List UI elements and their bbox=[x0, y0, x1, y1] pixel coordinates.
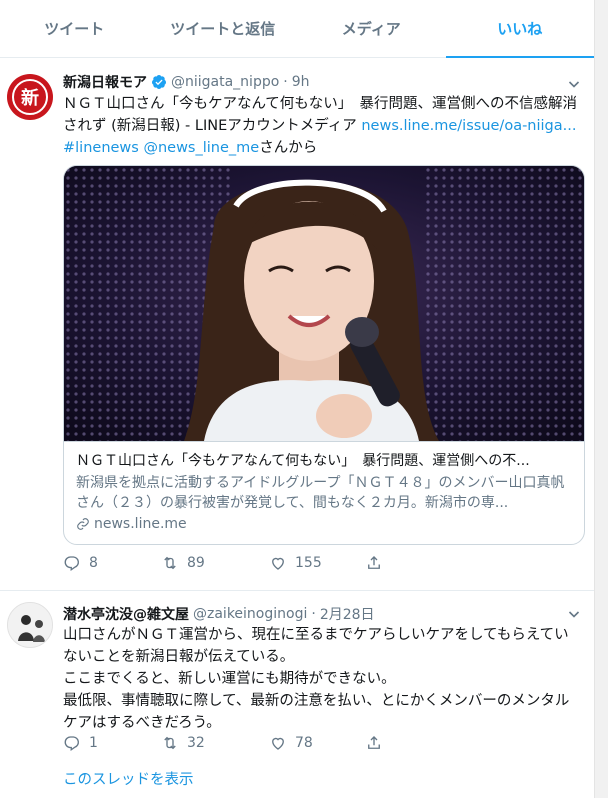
avatar-illustration bbox=[8, 603, 52, 647]
share-button[interactable] bbox=[365, 554, 383, 572]
retweet-button[interactable]: 89 bbox=[161, 554, 269, 572]
tweet-link[interactable]: news.line.me/issue/oa-niiga... bbox=[361, 118, 576, 134]
chevron-down-icon[interactable] bbox=[568, 608, 580, 620]
avatar[interactable]: 新 bbox=[7, 74, 53, 120]
like-button[interactable]: 155 bbox=[269, 554, 365, 572]
retweet-icon bbox=[164, 556, 176, 570]
retweet-icon bbox=[164, 736, 176, 750]
tweet-header: 潜水亭沈没@雑文屋 @zaikeinoginogi · 2月28日 bbox=[63, 604, 375, 624]
share-button[interactable] bbox=[365, 734, 383, 752]
tweet-text-suffix: さんから bbox=[259, 140, 318, 156]
timestamp[interactable]: 9h bbox=[292, 74, 310, 90]
card-photo-illustration bbox=[64, 166, 584, 441]
card-title[interactable]: ＮＧＴ山口さん「今もケアなんて何もない」 暴行問題、運営側への不... bbox=[76, 451, 572, 471]
avatar[interactable] bbox=[7, 602, 53, 648]
author-handle[interactable]: @niigata_nippo bbox=[171, 74, 279, 90]
link-preview-card[interactable]: ＮＧＴ山口さん「今もケアなんて何もない」 暴行問題、運営側への不... 新潟県を… bbox=[63, 165, 585, 545]
tab-tweets[interactable]: ツイート bbox=[0, 0, 149, 57]
card-domain-text: news.line.me bbox=[94, 516, 187, 532]
reply-button[interactable]: 1 bbox=[63, 734, 161, 752]
card-body[interactable]: ＮＧＴ山口さん「今もケアなんて何もない」 暴行問題、運営側への不... 新潟県を… bbox=[64, 441, 584, 544]
tweet-text-line: ここまでくると、新しい運営にも期待ができない。 bbox=[63, 671, 396, 687]
reply-count: 1 bbox=[89, 735, 98, 751]
retweet-count: 89 bbox=[187, 555, 205, 571]
card-image bbox=[64, 166, 584, 441]
share-icon bbox=[368, 736, 380, 749]
scrollbar[interactable] bbox=[594, 0, 608, 798]
like-icon bbox=[272, 557, 284, 570]
separator-dot: · bbox=[283, 74, 288, 90]
timestamp[interactable]: 2月28日 bbox=[320, 604, 375, 624]
like-count: 155 bbox=[295, 555, 322, 571]
chevron-down-icon[interactable] bbox=[568, 78, 580, 90]
link-icon bbox=[77, 518, 89, 530]
verified-badge-icon bbox=[151, 75, 166, 89]
hashtag-link[interactable]: #linenews bbox=[63, 140, 139, 156]
card-domain: news.line.me bbox=[76, 514, 572, 534]
mention-link[interactable]: @news_line_me bbox=[139, 140, 259, 156]
tab-likes[interactable]: いいね bbox=[445, 0, 595, 58]
tab-tweets-and-replies[interactable]: ツイートと返信 bbox=[149, 0, 298, 57]
retweet-button[interactable]: 32 bbox=[161, 734, 269, 752]
tweet-actions: 8 89 155 bbox=[63, 554, 383, 572]
like-count: 78 bbox=[295, 735, 313, 751]
tweet-header: 新潟日報モア @niigata_nippo · 9h bbox=[63, 72, 310, 92]
author-name[interactable]: 新潟日報モア bbox=[63, 72, 147, 92]
avatar-logo: 新 bbox=[12, 79, 48, 115]
like-icon bbox=[272, 737, 284, 750]
reply-icon bbox=[64, 736, 79, 752]
tab-media[interactable]: メディア bbox=[297, 0, 446, 57]
retweet-count: 32 bbox=[187, 735, 205, 751]
author-handle[interactable]: @zaikeinoginogi bbox=[193, 606, 307, 622]
tweet-text: ＮＧＴ山口さん「今もケアなんて何もない」 暴行問題、運営側への不信感解消されず … bbox=[63, 93, 583, 159]
reply-button[interactable]: 8 bbox=[63, 554, 161, 572]
author-name[interactable]: 潜水亭沈没@雑文屋 bbox=[63, 604, 189, 624]
tweet-text-line: 最低限、事情聴取に際して、最新の注意を払い、とにかくメンバーのメンタルケアはする… bbox=[63, 693, 570, 731]
like-button[interactable]: 78 bbox=[269, 734, 365, 752]
card-description: 新潟県を拠点に活動するアイドルグループ「ＮＧＴ４８」のメンバー山口真帆さん（２３… bbox=[76, 475, 565, 511]
show-thread-link[interactable]: このスレッドを表示 bbox=[63, 768, 194, 789]
tweet-text-line: 山口さんがＮＧＴ運営から、現在に至るまでケアらしいケアをしてもらえていないことを… bbox=[63, 627, 569, 665]
reply-count: 8 bbox=[89, 555, 98, 571]
tweet[interactable]: 潜水亭沈没@雑文屋 @zaikeinoginogi · 2月28日 山口さんがＮ… bbox=[0, 592, 594, 798]
tweet-text: 山口さんがＮＧＴ運営から、現在に至るまでケアらしいケアをしてもらえていないことを… bbox=[63, 624, 583, 734]
tweet-actions: 1 32 78 bbox=[63, 734, 383, 752]
tweet[interactable]: 新 新潟日報モア @niigata_nippo · 9h ＮＧＴ山口さん「今もケ… bbox=[0, 58, 594, 591]
profile-tabs: ツイート ツイートと返信 メディア いいね bbox=[0, 0, 594, 58]
share-icon bbox=[368, 556, 380, 569]
reply-icon bbox=[64, 556, 79, 572]
separator-dot: · bbox=[311, 606, 316, 622]
